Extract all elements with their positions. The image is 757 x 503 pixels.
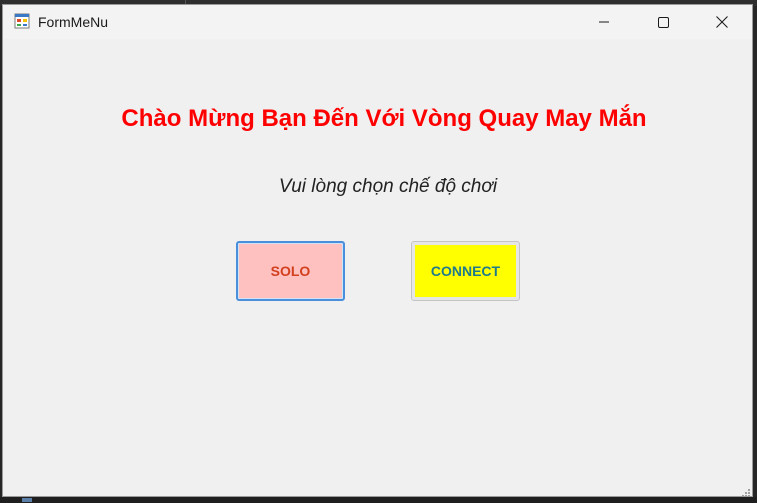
mode-prompt-label: Vui lòng chọn chế độ chơi xyxy=(278,176,498,197)
connect-button-label: CONNECT xyxy=(430,263,501,279)
close-icon xyxy=(716,16,728,28)
taskbar-edge xyxy=(0,497,757,503)
maximize-icon xyxy=(657,16,669,28)
close-button[interactable] xyxy=(693,5,751,39)
winforms-app-icon xyxy=(14,13,30,29)
title-bar[interactable]: FormMeNu xyxy=(3,5,752,39)
minimize-button[interactable] xyxy=(575,5,633,39)
desktop: FormMeNu Chào Mừng Bạn Đến Với Vòng Quay… xyxy=(0,0,757,503)
connect-button[interactable]: CONNECT xyxy=(411,241,520,301)
resize-grip-icon[interactable] xyxy=(740,484,750,496)
welcome-heading: Chào Mừng Bạn Đến Với Vòng Quay May Mắn xyxy=(121,105,647,132)
form-client-area: Chào Mừng Bạn Đến Với Vòng Quay May Mắn … xyxy=(3,39,752,496)
maximize-button[interactable] xyxy=(634,5,692,39)
form-menu-window: FormMeNu Chào Mừng Bạn Đến Với Vòng Quay… xyxy=(2,4,753,497)
solo-button-label: SOLO xyxy=(270,263,311,279)
window-title: FormMeNu xyxy=(38,14,109,30)
connect-button-face: CONNECT xyxy=(415,245,516,297)
solo-button[interactable]: SOLO xyxy=(236,241,345,301)
minimize-icon xyxy=(599,17,609,27)
